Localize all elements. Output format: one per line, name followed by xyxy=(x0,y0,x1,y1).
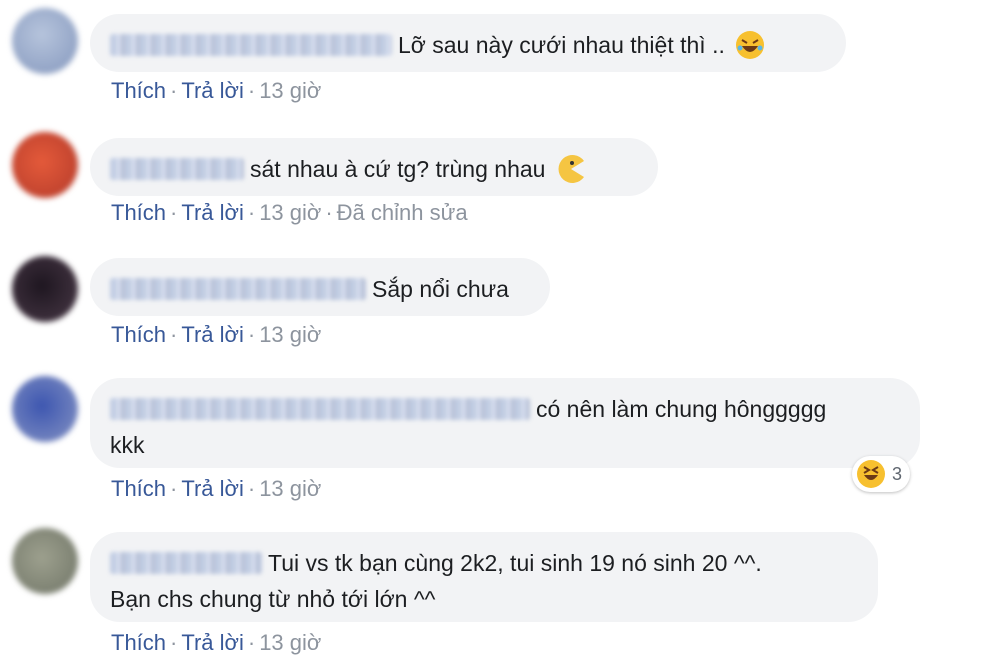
timestamp[interactable]: 13 giờ xyxy=(259,200,321,225)
like-link[interactable]: Thích xyxy=(111,476,166,501)
comment-bubble: Sắp nổi chưa xyxy=(90,258,550,316)
comment-text-line: Bạn chs chung từ nhỏ tới lớn ^^ xyxy=(110,585,436,612)
reaction-count: 3 xyxy=(892,463,903,484)
separator: · xyxy=(170,476,178,501)
pacman-emoji-icon xyxy=(558,154,584,183)
separator: · xyxy=(170,630,178,655)
reply-link[interactable]: Trả lời xyxy=(181,476,244,501)
comment-text: Lỡ sau này cưới nhau thiệt thì .. xyxy=(398,31,725,58)
timestamp[interactable]: 13 giờ xyxy=(259,78,321,103)
separator: · xyxy=(170,78,178,103)
timestamp[interactable]: 13 giờ xyxy=(259,476,321,501)
comment-actions: Thích · Trả lời · 13 giờ xyxy=(111,630,321,656)
author-name[interactable] xyxy=(110,277,366,300)
separator: · xyxy=(247,200,256,225)
rofl-emoji-icon xyxy=(736,30,765,59)
separator: · xyxy=(247,630,256,655)
reply-link[interactable]: Trả lời xyxy=(181,78,244,103)
comment-text: có nên làm chung hônggggg xyxy=(536,395,827,422)
avatar[interactable] xyxy=(12,256,78,322)
edited-label[interactable]: Đã chỉnh sửa xyxy=(337,200,468,225)
comment-text: Tui vs tk bạn cùng 2k2, tui sinh 19 nó s… xyxy=(268,549,762,576)
reply-link[interactable]: Trả lời xyxy=(181,322,244,347)
separator: · xyxy=(325,200,333,225)
comment-bubble: có nên làm chung hônggggg kkk xyxy=(90,378,920,468)
separator: · xyxy=(247,78,256,103)
reply-link[interactable]: Trả lời xyxy=(181,630,244,655)
comment-actions: Thích · Trả lời · 13 giờ · Đã chỉnh sửa xyxy=(111,200,468,226)
timestamp[interactable]: 13 giờ xyxy=(259,630,321,655)
comment-bubble: Lỡ sau này cưới nhau thiệt thì .. xyxy=(90,14,846,72)
like-link[interactable]: Thích xyxy=(111,200,166,225)
reaction-badge[interactable]: 3 xyxy=(852,456,911,492)
like-link[interactable]: Thích xyxy=(111,78,166,103)
reply-link[interactable]: Trả lời xyxy=(181,200,244,225)
author-name[interactable] xyxy=(110,551,262,574)
timestamp[interactable]: 13 giờ xyxy=(259,322,321,347)
avatar[interactable] xyxy=(12,528,78,594)
like-link[interactable]: Thích xyxy=(111,630,166,655)
like-link[interactable]: Thích xyxy=(111,322,166,347)
separator: · xyxy=(247,322,256,347)
separator: · xyxy=(170,322,178,347)
separator: · xyxy=(247,476,256,501)
separator: · xyxy=(170,200,178,225)
comment-actions: Thích · Trả lời · 13 giờ xyxy=(111,78,321,104)
avatar[interactable] xyxy=(12,376,78,442)
comment-text-line: kkk xyxy=(110,431,145,458)
comment-text: Sắp nổi chưa xyxy=(372,275,509,302)
comment-text: sát nhau à cứ tg? trùng nhau xyxy=(250,155,546,182)
avatar[interactable] xyxy=(12,132,78,198)
author-name[interactable] xyxy=(110,157,244,180)
comment-actions: Thích · Trả lời · 13 giờ xyxy=(111,322,321,348)
laughing-emoji-icon xyxy=(857,460,885,488)
author-name[interactable] xyxy=(110,33,392,56)
comment-bubble: Tui vs tk bạn cùng 2k2, tui sinh 19 nó s… xyxy=(90,532,878,622)
comment-bubble: sát nhau à cứ tg? trùng nhau xyxy=(90,138,658,196)
author-name[interactable] xyxy=(110,397,530,420)
avatar[interactable] xyxy=(12,8,78,74)
comment-actions: Thích · Trả lời · 13 giờ xyxy=(111,476,321,502)
